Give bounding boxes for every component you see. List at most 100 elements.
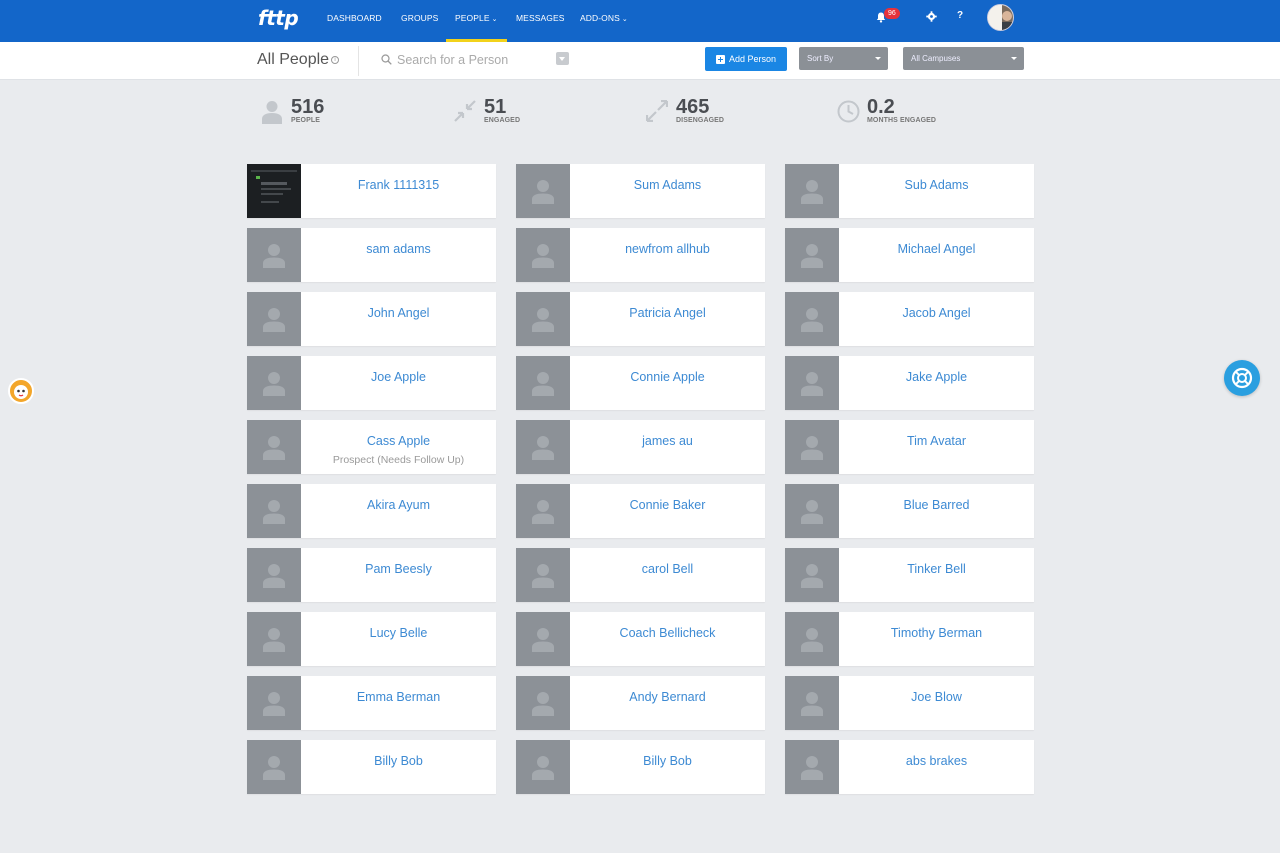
person-avatar — [247, 612, 301, 666]
clock-icon — [837, 100, 860, 123]
person-card[interactable]: Sub Adams — [785, 164, 1034, 218]
person-card[interactable]: Jake Apple — [785, 356, 1034, 410]
person-name[interactable]: Lucy Belle — [301, 626, 496, 640]
person-avatar — [785, 228, 839, 282]
person-placeholder-icon — [532, 756, 554, 780]
person-name[interactable]: Tinker Bell — [839, 562, 1034, 576]
person-name[interactable]: Connie Apple — [570, 370, 765, 384]
person-name[interactable]: Billy Bob — [301, 754, 496, 768]
person-name[interactable]: Patricia Angel — [570, 306, 765, 320]
person-name[interactable]: newfrom allhub — [570, 242, 765, 256]
person-card[interactable]: Coach Bellicheck — [516, 612, 765, 666]
top-navbar: fttp DASHBOARD GROUPS PEOPLE ⌄ MESSAGES A… — [0, 0, 1280, 42]
person-card[interactable]: Billy Bob — [516, 740, 765, 794]
person-card[interactable]: Akira Ayum — [247, 484, 496, 538]
person-placeholder-icon — [801, 436, 823, 460]
person-card[interactable]: Cass Apple Prospect (Needs Follow Up) — [247, 420, 496, 474]
help-link[interactable]: ? — [957, 10, 963, 21]
nav-add-ons-label: ADD-ONS — [580, 13, 620, 23]
person-card[interactable]: Timothy Berman — [785, 612, 1034, 666]
person-name[interactable]: Sub Adams — [839, 178, 1034, 192]
person-name[interactable]: Billy Bob — [570, 754, 765, 768]
add-person-button[interactable]: Add Person — [705, 47, 787, 71]
person-card[interactable]: Tim Avatar — [785, 420, 1034, 474]
person-avatar — [516, 484, 570, 538]
support-lifebuoy-button[interactable] — [1224, 360, 1260, 396]
nav-add-ons[interactable]: ADD-ONS ⌄ — [580, 13, 628, 23]
nav-messages[interactable]: MESSAGES — [516, 13, 565, 23]
person-name[interactable]: abs brakes — [839, 754, 1034, 768]
person-card[interactable]: Connie Apple — [516, 356, 765, 410]
person-card[interactable]: Tinker Bell — [785, 548, 1034, 602]
search-input[interactable] — [397, 50, 547, 70]
person-name[interactable]: Jacob Angel — [839, 306, 1034, 320]
person-name[interactable]: james au — [570, 434, 765, 448]
person-name[interactable]: sam adams — [301, 242, 496, 256]
person-card[interactable]: Frank 1111315 — [247, 164, 496, 218]
person-card[interactable]: Sum Adams — [516, 164, 765, 218]
person-name[interactable]: Andy Bernard — [570, 690, 765, 704]
person-card[interactable]: John Angel — [247, 292, 496, 346]
person-name[interactable]: Jake Apple — [839, 370, 1034, 384]
person-avatar — [516, 420, 570, 474]
person-name[interactable]: John Angel — [301, 306, 496, 320]
person-name[interactable]: Cass Apple — [301, 434, 496, 448]
person-card[interactable]: newfrom allhub — [516, 228, 765, 282]
app-logo[interactable]: fttp — [258, 6, 299, 30]
nav-dashboard[interactable]: DASHBOARD — [327, 13, 382, 23]
person-card[interactable]: Jacob Angel — [785, 292, 1034, 346]
stat-months-engaged-label: MONTHS ENGAGED — [867, 117, 937, 124]
person-name[interactable]: Frank 1111315 — [301, 178, 496, 192]
mascot-icon[interactable] — [8, 378, 34, 404]
person-card[interactable]: james au — [516, 420, 765, 474]
sort-by-select[interactable]: Sort By — [799, 47, 888, 70]
person-placeholder-icon — [263, 500, 285, 524]
stat-disengaged-label: DISENGAGED — [676, 117, 725, 124]
person-name[interactable]: Michael Angel — [839, 242, 1034, 256]
person-card[interactable]: sam adams — [247, 228, 496, 282]
person-card[interactable]: Patricia Angel — [516, 292, 765, 346]
person-name[interactable]: carol Bell — [570, 562, 765, 576]
notification-badge[interactable]: 96 — [884, 8, 900, 19]
nav-people[interactable]: PEOPLE ⌄ — [455, 13, 498, 23]
person-placeholder-icon — [263, 756, 285, 780]
person-name[interactable]: Pam Beesly — [301, 562, 496, 576]
person-card[interactable]: Connie Baker — [516, 484, 765, 538]
chevron-down-icon — [875, 57, 881, 60]
person-card[interactable]: Billy Bob — [247, 740, 496, 794]
person-card[interactable]: Michael Angel — [785, 228, 1034, 282]
person-card[interactable]: abs brakes — [785, 740, 1034, 794]
person-avatar — [516, 676, 570, 730]
person-name[interactable]: Blue Barred — [839, 498, 1034, 512]
person-name[interactable]: Joe Blow — [839, 690, 1034, 704]
person-card[interactable]: Joe Apple — [247, 356, 496, 410]
person-card[interactable]: Lucy Belle — [247, 612, 496, 666]
gear-icon[interactable] — [926, 11, 937, 22]
person-card[interactable]: Pam Beesly — [247, 548, 496, 602]
person-name[interactable]: Emma Berman — [301, 690, 496, 704]
person-card[interactable]: Andy Bernard — [516, 676, 765, 730]
person-card[interactable]: Joe Blow — [785, 676, 1034, 730]
person-name[interactable]: Joe Apple — [301, 370, 496, 384]
person-name[interactable]: Coach Bellicheck — [570, 626, 765, 640]
person-icon — [262, 101, 282, 124]
person-avatar — [785, 740, 839, 794]
person-avatar — [247, 676, 301, 730]
person-name[interactable]: Connie Baker — [570, 498, 765, 512]
nav-groups[interactable]: GROUPS — [401, 13, 438, 23]
person-card[interactable]: Emma Berman — [247, 676, 496, 730]
person-name[interactable]: Sum Adams — [570, 178, 765, 192]
person-card[interactable]: Blue Barred — [785, 484, 1034, 538]
person-name[interactable]: Tim Avatar — [839, 434, 1034, 448]
person-name[interactable]: Akira Ayum — [301, 498, 496, 512]
chevron-down-icon: ⌄ — [491, 16, 498, 23]
person-avatar — [785, 548, 839, 602]
info-icon[interactable]: i — [331, 56, 339, 64]
user-avatar[interactable] — [987, 4, 1014, 31]
person-placeholder-icon — [263, 308, 285, 332]
person-avatar — [247, 356, 301, 410]
person-card[interactable]: carol Bell — [516, 548, 765, 602]
person-name[interactable]: Timothy Berman — [839, 626, 1034, 640]
search-options-dropdown[interactable] — [556, 52, 569, 65]
campus-select[interactable]: All Campuses — [903, 47, 1024, 70]
